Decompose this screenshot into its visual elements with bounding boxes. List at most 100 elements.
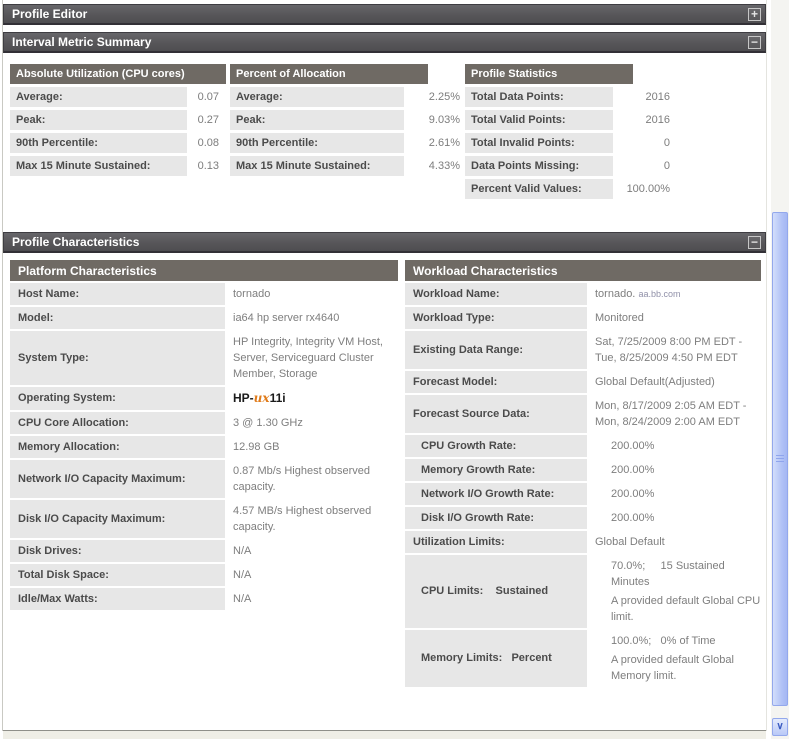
row-label: Memory Limits: Percent bbox=[405, 630, 587, 687]
row-label: Data Points Missing: bbox=[465, 156, 613, 176]
row-label: Disk I/O Capacity Maximum: bbox=[10, 500, 225, 538]
row-label: 90th Percentile: bbox=[230, 133, 404, 153]
row-label: Peak: bbox=[230, 110, 404, 130]
vertical-scrollbar[interactable]: ∨ bbox=[771, 0, 789, 739]
row-value: Sat, 7/25/2009 8:00 PM EDT - Tue, 8/25/2… bbox=[595, 336, 743, 364]
table-row: Memory Allocation: 12.98 GB bbox=[10, 436, 398, 458]
table-row: Peak: 0.27 bbox=[10, 110, 226, 130]
table-row: Workload Name: tornado. aa.bb.com bbox=[405, 283, 761, 305]
section-header-profile-editor[interactable]: Profile Editor + bbox=[3, 4, 766, 25]
row-value: 2.25% bbox=[428, 91, 460, 103]
section-title-interval-metric-summary: Interval Metric Summary bbox=[12, 35, 152, 49]
row-label: Average: bbox=[230, 87, 404, 107]
row-value: 200.00% bbox=[611, 512, 655, 524]
table-row: Memory Limits: Percent 100.0%; 0% of Tim… bbox=[405, 630, 761, 687]
row-label: CPU Limits: Sustained bbox=[405, 555, 587, 628]
row-label: Existing Data Range: bbox=[405, 331, 587, 369]
profile-statistics-header: Profile Statistics bbox=[465, 64, 633, 84]
percent-of-allocation-table: Percent of Allocation Average: 2.25% Pea… bbox=[230, 64, 462, 232]
absolute-utilization-header: Absolute Utilization (CPU cores) bbox=[10, 64, 226, 84]
row-value: 0.27 bbox=[197, 114, 219, 126]
table-row: Average: 2.25% bbox=[230, 87, 462, 107]
row-value: HP Integrity, Integrity VM Host, Server,… bbox=[233, 336, 383, 380]
row-label: Total Valid Points: bbox=[465, 110, 613, 130]
table-row: Average: 0.07 bbox=[10, 87, 226, 107]
row-label: 90th Percentile: bbox=[10, 133, 187, 153]
row-label: Host Name: bbox=[10, 283, 225, 305]
row-value: Global Default(Adjusted) bbox=[595, 376, 715, 388]
row-label: Operating System: bbox=[10, 387, 225, 410]
row-value: tornado. aa.bb.com bbox=[587, 283, 761, 305]
collapse-icon[interactable]: − bbox=[748, 35, 761, 49]
table-row: CPU Core Allocation: 3 @ 1.30 GHz bbox=[10, 412, 398, 434]
section-header-interval-metric-summary[interactable]: Interval Metric Summary − bbox=[3, 32, 766, 53]
memory-limits-note: A provided default Global Memory limit. bbox=[611, 654, 734, 682]
row-value: Mon, 8/17/2009 2:05 AM EDT - Mon, 8/24/2… bbox=[595, 400, 747, 428]
row-label: System Type: bbox=[10, 331, 225, 385]
row-label: Disk I/O Growth Rate: bbox=[405, 507, 587, 529]
expand-icon[interactable]: + bbox=[748, 7, 761, 21]
row-label: Memory Growth Rate: bbox=[405, 459, 587, 481]
row-label: Average: bbox=[10, 87, 187, 107]
row-value: 12.98 GB bbox=[233, 441, 280, 453]
table-row: Operating System: HP-ux11i bbox=[10, 387, 398, 410]
table-row: Disk I/O Growth Rate: 200.00% bbox=[405, 507, 761, 529]
row-value: 100.0%; 0% of Time A provided default Gl… bbox=[587, 630, 761, 687]
workload-characteristics-table: Workload Characteristics Workload Name: … bbox=[405, 260, 761, 687]
row-label: Model: bbox=[10, 307, 225, 329]
table-row: Total Invalid Points: 0 bbox=[465, 133, 672, 153]
row-value: N/A bbox=[233, 545, 252, 557]
scrollbar-down-button[interactable]: ∨ bbox=[772, 718, 788, 736]
row-label: Memory Allocation: bbox=[10, 436, 225, 458]
table-row: Host Name: tornado bbox=[10, 283, 398, 305]
table-row: 90th Percentile: 0.08 bbox=[10, 133, 226, 153]
section-title-profile-characteristics: Profile Characteristics bbox=[12, 235, 140, 249]
table-row: Disk I/O Capacity Maximum: 4.57 MB/s Hig… bbox=[10, 500, 398, 538]
section-title-profile-editor: Profile Editor bbox=[12, 7, 88, 21]
row-label: Idle/Max Watts: bbox=[10, 588, 225, 610]
row-label: Max 15 Minute Sustained: bbox=[10, 156, 187, 176]
panel-right-border bbox=[766, 0, 767, 731]
table-row: CPU Limits: Sustained 70.0%; 15 Sustaine… bbox=[405, 555, 761, 628]
row-value: 0 bbox=[663, 137, 670, 149]
absolute-utilization-table: Absolute Utilization (CPU cores) Average… bbox=[10, 64, 226, 232]
page-bottom-strip bbox=[3, 731, 766, 739]
row-value: Monitored bbox=[595, 312, 644, 324]
percent-of-allocation-header: Percent of Allocation bbox=[230, 64, 428, 84]
main-panel: Profile Editor + Interval Metric Summary… bbox=[3, 0, 766, 739]
row-value: ia64 hp server rx4640 bbox=[233, 312, 340, 324]
table-row: Workload Type: Monitored bbox=[405, 307, 761, 329]
chevron-down-icon: ∨ bbox=[776, 721, 784, 732]
row-value: Global Default bbox=[595, 536, 665, 548]
table-row: Memory Growth Rate: 200.00% bbox=[405, 459, 761, 481]
row-value: tornado bbox=[233, 288, 271, 300]
scrollbar-thumb[interactable] bbox=[772, 212, 788, 706]
table-row: Peak: 9.03% bbox=[230, 110, 462, 130]
table-row: Total Disk Space: N/A bbox=[10, 564, 398, 586]
row-value: HP-ux11i bbox=[225, 387, 398, 410]
profile-statistics-table: Profile Statistics Total Data Points: 20… bbox=[465, 64, 672, 232]
table-row: Forecast Model: Global Default(Adjusted) bbox=[405, 371, 761, 393]
row-value: 9.03% bbox=[428, 114, 460, 126]
row-value: 100.00% bbox=[626, 183, 670, 195]
row-label: Forecast Source Data: bbox=[405, 395, 587, 433]
hpux-11i-logo: HP-ux11i bbox=[233, 391, 286, 405]
table-row: Network I/O Capacity Maximum: 0.87 Mb/s … bbox=[10, 460, 398, 498]
row-value: 0.13 bbox=[197, 160, 219, 172]
row-label: CPU Growth Rate: bbox=[405, 435, 587, 457]
table-row: Percent Valid Values: 100.00% bbox=[465, 179, 672, 199]
cpu-limits-value: 70.0%; 15 Sustained Minutes bbox=[611, 560, 725, 588]
row-value: N/A bbox=[233, 593, 252, 605]
table-row: Existing Data Range: Sat, 7/25/2009 8:00… bbox=[405, 331, 761, 369]
row-label: Utilization Limits: bbox=[405, 531, 587, 553]
collapse-icon[interactable]: − bbox=[748, 235, 761, 249]
row-value: 2016 bbox=[645, 91, 670, 103]
table-row: Total Valid Points: 2016 bbox=[465, 110, 672, 130]
table-row: Utilization Limits: Global Default bbox=[405, 531, 761, 553]
table-row: Forecast Source Data: Mon, 8/17/2009 2:0… bbox=[405, 395, 761, 433]
row-label: Max 15 Minute Sustained: bbox=[230, 156, 404, 176]
row-value: 200.00% bbox=[611, 488, 655, 500]
section-header-profile-characteristics[interactable]: Profile Characteristics − bbox=[3, 232, 766, 253]
row-label: Workload Name: bbox=[405, 283, 587, 305]
row-label: Disk Drives: bbox=[10, 540, 225, 562]
